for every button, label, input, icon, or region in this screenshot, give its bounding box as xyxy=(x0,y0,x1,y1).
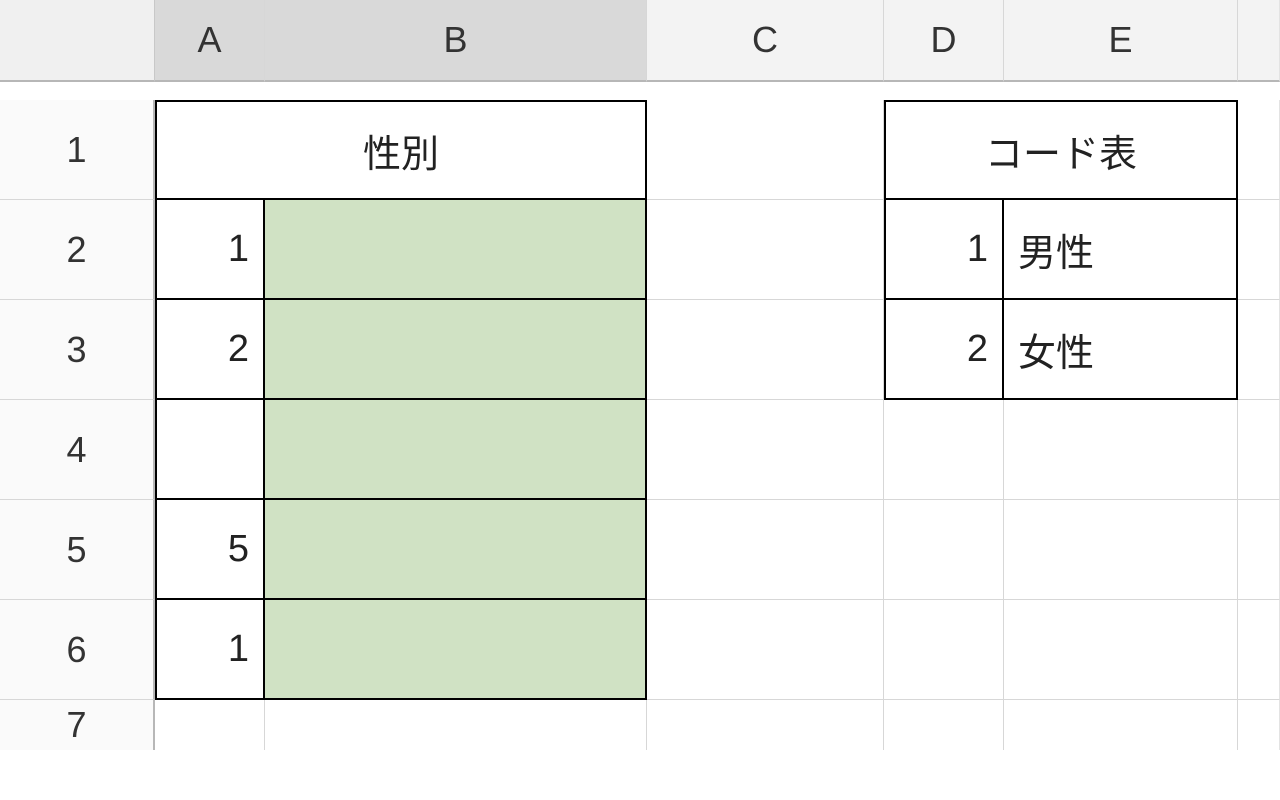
cell-D4[interactable] xyxy=(884,400,1004,500)
select-all-corner[interactable] xyxy=(0,0,155,82)
cell-E6[interactable] xyxy=(1004,600,1238,700)
cell-E5[interactable] xyxy=(1004,500,1238,600)
row-header-5[interactable]: 5 xyxy=(0,500,155,600)
row-header-4[interactable]: 4 xyxy=(0,400,155,500)
left-table-header[interactable]: 性別 xyxy=(155,100,647,200)
row-header-2[interactable]: 2 xyxy=(0,200,155,300)
cell-F7[interactable] xyxy=(1238,700,1280,750)
cell-B7[interactable] xyxy=(265,700,647,750)
cell-C4[interactable] xyxy=(647,400,884,500)
cell-E2[interactable]: 男性 xyxy=(1004,200,1238,300)
col-header-edge xyxy=(1238,0,1280,82)
row-header-3[interactable]: 3 xyxy=(0,300,155,400)
col-header-D[interactable]: D xyxy=(884,0,1004,82)
cell-F4[interactable] xyxy=(1238,400,1280,500)
cell-C5[interactable] xyxy=(647,500,884,600)
cell-D3[interactable]: 2 xyxy=(884,300,1004,400)
cell-B6[interactable] xyxy=(265,600,647,700)
col-header-A[interactable]: A xyxy=(155,0,265,82)
right-table-header[interactable]: コード表 xyxy=(884,100,1238,200)
cell-A4[interactable] xyxy=(155,400,265,500)
cell-E7[interactable] xyxy=(1004,700,1238,750)
cell-A7[interactable] xyxy=(155,700,265,750)
cell-C6[interactable] xyxy=(647,600,884,700)
cell-F6[interactable] xyxy=(1238,600,1280,700)
cell-D7[interactable] xyxy=(884,700,1004,750)
cell-A5[interactable]: 5 xyxy=(155,500,265,600)
cell-F3[interactable] xyxy=(1238,300,1280,400)
col-header-E[interactable]: E xyxy=(1004,0,1238,82)
cell-F2[interactable] xyxy=(1238,200,1280,300)
cell-D2[interactable]: 1 xyxy=(884,200,1004,300)
cell-C2[interactable] xyxy=(647,200,884,300)
cell-B5[interactable] xyxy=(265,500,647,600)
cell-C1[interactable] xyxy=(647,100,884,200)
row-header-7[interactable]: 7 xyxy=(0,700,155,750)
cell-A3[interactable]: 2 xyxy=(155,300,265,400)
cell-A2[interactable]: 1 xyxy=(155,200,265,300)
col-header-B[interactable]: B xyxy=(265,0,647,82)
row-header-6[interactable]: 6 xyxy=(0,600,155,700)
row-header-1[interactable]: 1 xyxy=(0,100,155,200)
cell-E3[interactable]: 女性 xyxy=(1004,300,1238,400)
cell-B2[interactable] xyxy=(265,200,647,300)
cell-A6[interactable]: 1 xyxy=(155,600,265,700)
cell-D6[interactable] xyxy=(884,600,1004,700)
cell-C3[interactable] xyxy=(647,300,884,400)
cell-C7[interactable] xyxy=(647,700,884,750)
cell-F5[interactable] xyxy=(1238,500,1280,600)
cell-D5[interactable] xyxy=(884,500,1004,600)
spreadsheet-grid[interactable]: A B C D E 1 性別 コード表 2 1 1 男性 3 2 2 女性 4 xyxy=(0,0,1280,800)
cell-E4[interactable] xyxy=(1004,400,1238,500)
col-header-C[interactable]: C xyxy=(647,0,884,82)
cell-B3[interactable] xyxy=(265,300,647,400)
cell-B4[interactable] xyxy=(265,400,647,500)
cell-F1[interactable] xyxy=(1238,100,1280,200)
